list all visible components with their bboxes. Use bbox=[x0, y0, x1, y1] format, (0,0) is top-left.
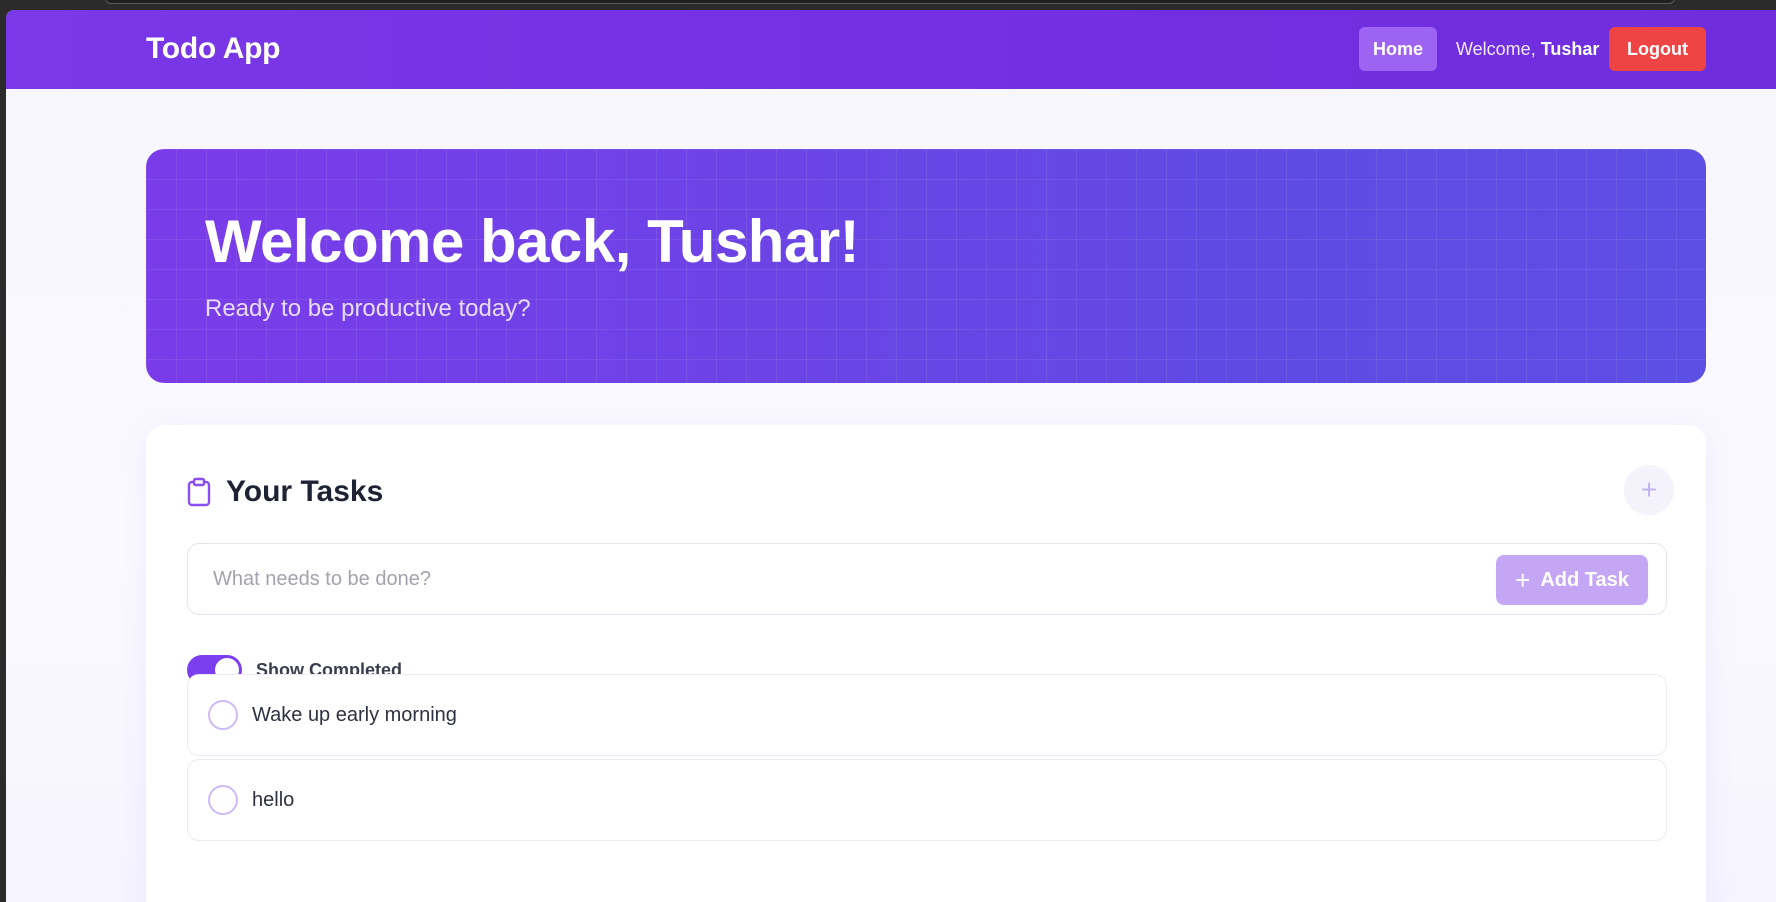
welcome-prefix: Welcome, bbox=[1456, 39, 1541, 59]
username: Tushar bbox=[1540, 39, 1600, 59]
tasks-title: Your Tasks bbox=[226, 475, 384, 508]
navbar: Todo App Home Welcome, Tushar Logout bbox=[6, 10, 1776, 89]
browser-chrome bbox=[0, 0, 1776, 10]
task-checkbox[interactable] bbox=[208, 700, 238, 730]
task-text: Wake up early morning bbox=[252, 703, 457, 726]
logout-button[interactable]: Logout bbox=[1609, 27, 1706, 71]
home-button[interactable]: Home bbox=[1359, 27, 1437, 71]
add-task-icon-button[interactable]: + bbox=[1624, 465, 1674, 515]
add-task-button[interactable]: + Add Task bbox=[1496, 555, 1648, 605]
add-task-label: Add Task bbox=[1540, 568, 1629, 591]
welcome-banner: Welcome back, Tushar! Ready to be produc… bbox=[146, 149, 1706, 383]
plus-icon: + bbox=[1640, 474, 1658, 505]
tasks-card: Your Tasks + + Add Task Show Completed W… bbox=[146, 425, 1706, 902]
task-checkbox[interactable] bbox=[208, 785, 238, 815]
brand-logo[interactable]: Todo App bbox=[146, 32, 281, 66]
address-bar[interactable] bbox=[105, 0, 1675, 4]
task-item[interactable]: hello bbox=[187, 759, 1667, 841]
task-text: hello bbox=[252, 788, 295, 811]
tasks-header: Your Tasks bbox=[186, 475, 383, 509]
task-item[interactable]: Wake up early morning bbox=[187, 674, 1667, 756]
welcome-text: Welcome, Tushar bbox=[1456, 39, 1599, 60]
clipboard-icon bbox=[186, 477, 212, 507]
plus-icon: + bbox=[1515, 565, 1531, 595]
new-task-input[interactable] bbox=[189, 545, 1349, 613]
app-viewport: Todo App Home Welcome, Tushar Logout Wel… bbox=[6, 10, 1776, 902]
hero-subtitle: Ready to be productive today? bbox=[205, 295, 531, 322]
hero-title: Welcome back, Tushar! bbox=[205, 208, 860, 275]
task-input-group: + Add Task bbox=[187, 543, 1667, 615]
